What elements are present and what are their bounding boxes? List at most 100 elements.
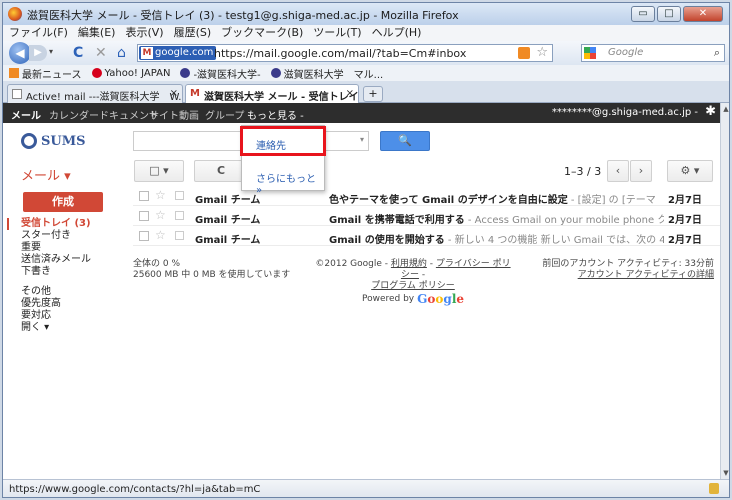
terms-link[interactable]: 利用規約 — [391, 259, 427, 269]
sums-logo[interactable]: SUMS — [21, 133, 86, 149]
sidebar-item-starred[interactable]: スター付き — [3, 230, 123, 242]
storage-detail: 25600 MB 中 0 MB を使用しています — [133, 270, 291, 280]
gbar-calendar[interactable]: カレンダー — [49, 107, 99, 122]
gbar-video[interactable]: 動画 — [179, 107, 199, 122]
message-date: 2月7日 — [668, 215, 702, 226]
search-icon[interactable]: ⌕ — [714, 46, 720, 60]
site-identity-badge[interactable]: M google.com — [139, 46, 217, 60]
maximize-button[interactable]: □ — [657, 6, 681, 22]
menu-item-even-more[interactable]: さらにもっと » — [256, 170, 324, 196]
star-icon[interactable]: ☆ — [155, 208, 166, 222]
gbar-more[interactable]: もっと見る - — [247, 107, 304, 122]
tab-gmail-inbox[interactable]: M 滋賀医科大学 メール - 受信トレイ... × — [185, 84, 359, 104]
url-text[interactable]: https://mail.google.com/mail/?tab=Cm#inb… — [214, 47, 466, 60]
select-checkbox-button[interactable]: □ ▾ — [134, 160, 184, 182]
rss-icon[interactable] — [518, 47, 530, 59]
new-tab-button[interactable]: + — [363, 86, 383, 102]
sidebar-item-open-more[interactable]: 開く ▾ — [3, 322, 123, 334]
star-icon[interactable]: ☆ — [155, 228, 166, 242]
settings-button[interactable]: ⚙ ▾ — [667, 160, 713, 182]
gbar-sites[interactable]: サイト — [149, 107, 179, 122]
star-icon[interactable]: ☆ — [155, 188, 166, 202]
next-page-button[interactable]: › — [630, 160, 652, 182]
importance-marker-icon[interactable] — [175, 211, 184, 220]
google-engine-icon[interactable] — [584, 47, 596, 59]
tab-close-icon[interactable]: × — [346, 88, 354, 99]
table-row[interactable]: ☆ Gmail チーム 色やテーマを使って Gmail のデザインを自由に設定 … — [133, 186, 720, 206]
menu-edit[interactable]: 編集(E) — [78, 25, 116, 41]
search-options-icon[interactable]: ▾ — [360, 135, 364, 144]
sidebar-item-important[interactable]: 重要 — [3, 242, 123, 254]
row-checkbox[interactable] — [139, 211, 149, 221]
window-title: 滋賀医科大学 メール - 受信トレイ (3) - testg1@g.shiga-… — [27, 9, 459, 22]
back-button[interactable]: ◀ — [9, 42, 31, 64]
sidebar-item-high-priority[interactable]: 優先度高 — [3, 298, 123, 310]
table-row[interactable]: ☆ Gmail チーム Gmail を携帯電話で利用する - Access Gm… — [133, 206, 720, 226]
search-bar[interactable]: Google ⌕ — [581, 44, 725, 62]
menu-file[interactable]: ファイル(F) — [9, 25, 68, 41]
message-date: 2月7日 — [668, 195, 702, 206]
minimize-button[interactable]: ▭ — [631, 6, 655, 22]
tab-bar: Active! mail ---滋賀医科大学 W... × M 滋賀医科大学 メ… — [3, 81, 729, 104]
bookmark-star-icon[interactable]: ☆ — [536, 45, 548, 60]
account-menu[interactable]: ********@g.shiga-med.ac.jp - — [552, 107, 698, 118]
row-checkbox[interactable] — [139, 191, 149, 201]
navigation-bar: ◀ ▶ ▾ C ✕ ⌂ M google.com https://mail.go… — [3, 41, 729, 65]
program-policy-link[interactable]: プログラム ポリシー — [371, 281, 455, 291]
home-icon[interactable]: ⌂ — [117, 45, 126, 61]
account-activity: 前回のアカウント アクティビティ: 33分前 アカウント アクティビティの詳細 — [542, 259, 714, 281]
message-sender: Gmail チーム — [195, 235, 261, 246]
bookmark-shiga-med[interactable]: -滋賀医科大学- — [180, 66, 261, 81]
bookmark-shiga-med-mail[interactable]: 滋賀医科大学 マル... — [270, 66, 383, 81]
url-bar[interactable]: M google.com https://mail.google.com/mai… — [137, 44, 553, 62]
close-button[interactable]: ✕ — [683, 6, 723, 22]
table-row[interactable]: ☆ Gmail チーム Gmail の使用を開始する - 新しい 4 つの機能 … — [133, 226, 720, 246]
row-checkbox[interactable] — [139, 231, 149, 241]
bookmark-yahoo[interactable]: Yahoo! JAPAN — [91, 67, 171, 79]
subject-text: Gmail を携帯電話で利用する — [329, 215, 465, 226]
separator: - — [426, 259, 436, 269]
sidebar-item-inbox[interactable]: 受信トレイ (3) — [3, 218, 123, 230]
mail-switcher[interactable]: メール ▾ — [21, 165, 71, 184]
stop-icon[interactable]: ✕ — [95, 45, 107, 61]
refresh-button[interactable]: C — [194, 160, 248, 182]
menu-bookmarks[interactable]: ブックマーク(B) — [221, 25, 303, 41]
bookmark-news[interactable]: 最新ニュース — [9, 66, 82, 81]
scroll-up-icon[interactable]: ▲ — [721, 105, 729, 113]
tab-active-mail[interactable]: Active! mail ---滋賀医科大学 W... × — [7, 84, 183, 103]
menu-history[interactable]: 履歴(S) — [174, 25, 212, 41]
university-icon — [180, 68, 191, 78]
powered-by-label: Powered by — [361, 294, 415, 304]
storage-percent: 全体の 0 % — [133, 259, 180, 269]
scroll-down-icon[interactable]: ▼ — [721, 469, 729, 477]
importance-marker-icon[interactable] — [175, 231, 184, 240]
activity-details-link[interactable]: アカウント アクティビティの詳細 — [542, 270, 714, 281]
sidebar-item-action-needed[interactable]: 要対応 — [3, 310, 123, 322]
tab-close-icon[interactable]: × — [170, 88, 178, 99]
sidebar-item-drafts[interactable]: 下書き — [3, 266, 123, 278]
bookmark-label: Yahoo! JAPAN — [104, 67, 171, 79]
gear-icon[interactable]: ✱ — [705, 104, 716, 119]
gbar-mail[interactable]: メール — [11, 107, 41, 122]
reload-icon[interactable]: C — [73, 45, 83, 61]
vertical-scrollbar[interactable]: ▲ ▼ — [720, 103, 729, 479]
menu-help[interactable]: ヘルプ(H) — [372, 25, 422, 41]
forward-button[interactable]: ▶ — [29, 45, 47, 61]
gbar-groups[interactable]: グループ — [205, 107, 244, 122]
page-icon — [12, 89, 22, 99]
menu-view[interactable]: 表示(V) — [125, 25, 163, 41]
sidebar-item-other[interactable]: その他 — [3, 286, 123, 298]
compose-button[interactable]: 作成 — [23, 192, 103, 212]
rss-feed-icon — [9, 68, 19, 78]
menu-item-contacts[interactable]: 連絡先 — [256, 137, 286, 152]
search-button[interactable]: 🔍 — [380, 131, 430, 151]
legal-line: ©2012 Google - 利用規約 - プライバシー ポリシー - — [313, 259, 513, 281]
prev-page-button[interactable]: ‹ — [607, 160, 629, 182]
history-dropdown-icon[interactable]: ▾ — [49, 47, 53, 56]
menu-tools[interactable]: ツール(T) — [313, 25, 361, 41]
sidebar-item-sent[interactable]: 送信済みメール — [3, 254, 123, 266]
lock-icon — [709, 483, 719, 494]
site-identity-label: google.com — [155, 47, 214, 58]
importance-marker-icon[interactable] — [175, 191, 184, 200]
